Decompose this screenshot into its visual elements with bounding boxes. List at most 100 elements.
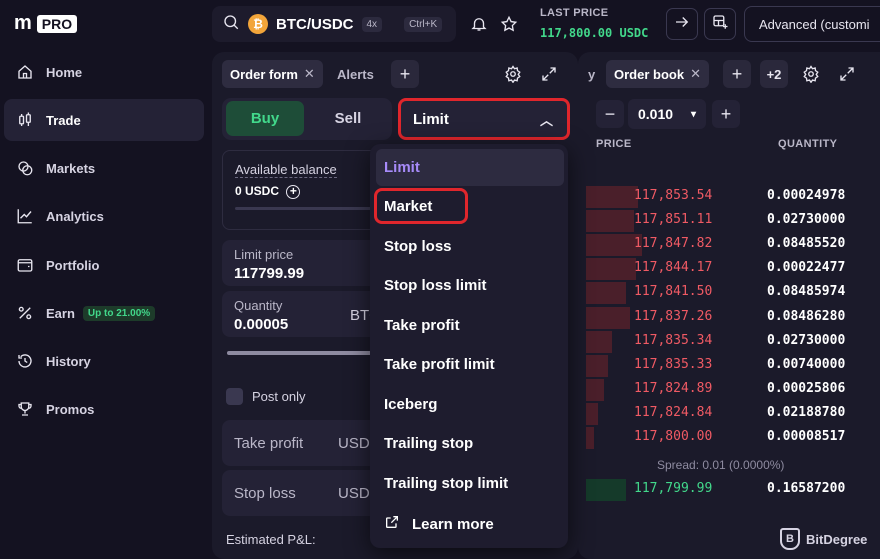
ask-depth-bar	[586, 306, 630, 329]
ask-depth-bar	[586, 402, 598, 425]
plus-icon: +	[720, 103, 732, 124]
portfolio-icon	[16, 256, 34, 274]
ask-price[interactable]: 117,851.11	[634, 212, 712, 227]
gear-icon[interactable]	[802, 65, 820, 88]
star-icon[interactable]	[500, 15, 518, 38]
close-icon[interactable]: ✕	[690, 66, 701, 82]
arrow-right-button[interactable]	[666, 8, 698, 40]
ask-depth-bar	[586, 210, 634, 233]
order-type-value: Limit	[413, 110, 449, 128]
increase-tick-button[interactable]: +	[712, 100, 740, 128]
add-funds-icon[interactable]: +	[286, 185, 301, 199]
sidebar-item-earn[interactable]: Earn Up to 21.00%	[4, 292, 204, 334]
bell-icon[interactable]	[470, 15, 488, 38]
close-icon[interactable]: ✕	[304, 66, 315, 82]
percent-icon	[16, 304, 34, 322]
layout-selector[interactable]: Advanced (customi	[744, 6, 880, 42]
trophy-icon	[16, 400, 34, 418]
ask-depth-bar	[586, 378, 604, 401]
dropdown-option-trailing-stop-limit[interactable]: Trailing stop limit	[384, 475, 508, 492]
tab-order-book[interactable]: Order book ✕	[606, 60, 709, 88]
ask-quantity: 0.00008517	[767, 429, 846, 444]
sidebar-item-history[interactable]: History	[4, 340, 204, 382]
sell-button[interactable]: Sell	[310, 101, 386, 136]
sidebar-item-label: Home	[46, 64, 83, 80]
ask-depth-bar	[586, 427, 594, 449]
post-only-checkbox[interactable]	[226, 388, 243, 405]
sidebar-item-home[interactable]: Home	[4, 51, 204, 93]
tick-size-select[interactable]: 0.010 ▾	[628, 99, 706, 129]
tab-label: Order form	[230, 66, 298, 82]
analytics-icon	[16, 207, 34, 225]
ask-price[interactable]: 117,847.82	[634, 236, 712, 251]
tab-alerts[interactable]: Alerts	[329, 60, 382, 88]
ask-price[interactable]: 117,800.00	[634, 429, 712, 444]
ask-price[interactable]: 117,824.89	[634, 381, 712, 396]
ask-price[interactable]: 117,841.50	[634, 284, 712, 299]
decrease-tick-button[interactable]: −	[596, 100, 624, 128]
gear-icon[interactable]	[504, 65, 522, 88]
sidebar-item-portfolio[interactable]: Portfolio	[4, 244, 204, 286]
external-link-icon	[384, 514, 400, 534]
dropdown-option-limit[interactable]: Limit	[384, 159, 420, 176]
dropdown-option-trailing-stop[interactable]: Trailing stop	[384, 435, 473, 452]
dropdown-option-iceberg[interactable]: Iceberg	[384, 396, 437, 413]
sidebar-item-analytics[interactable]: Analytics	[4, 195, 204, 237]
learn-more-link[interactable]: Learn more	[384, 514, 494, 534]
dropdown-option-take-profit-limit[interactable]: Take profit limit	[384, 356, 495, 373]
ask-quantity: 0.00025806	[767, 380, 846, 396]
minus-icon: −	[604, 103, 616, 124]
buy-button[interactable]: Buy	[226, 101, 304, 136]
ask-price[interactable]: 117,824.84	[634, 405, 712, 420]
pro-badge: PRO	[36, 14, 78, 33]
ask-quantity: 0.08485520	[767, 236, 846, 252]
sidebar-item-trade[interactable]: Trade	[4, 99, 204, 141]
pair-name: BTC/USDC	[276, 15, 354, 33]
add-tab-button[interactable]: +	[391, 60, 419, 88]
pair-selector[interactable]: ₿ BTC/USDC 4x Ctrl+K	[212, 6, 456, 42]
quantity-label: Quantity	[234, 298, 283, 313]
available-balance-value: 0 USDC +	[235, 184, 301, 199]
ask-quantity: 0.02188780	[767, 404, 846, 420]
ask-quantity: 0.02730000	[767, 212, 846, 228]
ask-price[interactable]: 117,853.54	[634, 188, 712, 203]
ask-depth-bar	[586, 186, 638, 208]
ask-price[interactable]: 117,835.34	[634, 333, 712, 348]
limit-price-label: Limit price	[234, 247, 294, 262]
quantity-slider[interactable]	[227, 351, 373, 355]
bid-price[interactable]: 117,799.99	[634, 481, 712, 496]
shortcut-chip: Ctrl+K	[404, 16, 443, 32]
sidebar-item-markets[interactable]: Markets	[4, 147, 204, 189]
ask-depth-bar	[586, 354, 608, 377]
dropdown-option-stop-loss[interactable]: Stop loss	[384, 238, 452, 255]
dropdown-option-market[interactable]: Market	[384, 198, 432, 215]
trade-icon	[16, 111, 34, 129]
home-icon	[16, 63, 34, 81]
more-tabs-button[interactable]: +2	[760, 60, 788, 88]
sidebar-item-label: Trade	[46, 112, 81, 128]
ask-price[interactable]: 117,844.17	[634, 260, 712, 275]
ask-quantity: 0.02730000	[767, 332, 846, 348]
stop-loss-label: Stop loss	[234, 485, 296, 502]
ask-quantity: 0.08486280	[767, 308, 846, 324]
add-tab-button[interactable]: +	[723, 60, 751, 88]
tab-order-form[interactable]: Order form ✕	[222, 60, 323, 88]
sidebar-item-promos[interactable]: Promos	[4, 388, 204, 430]
brand-logo[interactable]: m PRO	[14, 12, 78, 35]
dropdown-option-take-profit[interactable]: Take profit	[384, 317, 460, 334]
expand-icon[interactable]	[838, 65, 856, 88]
ask-depth-bar	[586, 282, 626, 305]
ask-price[interactable]: 117,835.33	[634, 357, 712, 372]
history-icon	[16, 352, 34, 370]
arrow-right-icon	[673, 13, 691, 36]
dropdown-option-stop-loss-limit[interactable]: Stop loss limit	[384, 277, 487, 294]
ask-price[interactable]: 117,837.26	[634, 309, 712, 324]
plus-icon: +	[731, 63, 743, 84]
order-type-select[interactable]: Limit ︿	[398, 98, 570, 140]
tab-partial[interactable]: y	[580, 60, 603, 88]
sidebar-item-label: History	[46, 353, 91, 369]
earn-apy-badge: Up to 21.00%	[82, 305, 156, 321]
add-widget-button[interactable]	[704, 8, 736, 40]
expand-icon[interactable]	[540, 65, 558, 88]
bid-depth-bar	[586, 479, 626, 501]
